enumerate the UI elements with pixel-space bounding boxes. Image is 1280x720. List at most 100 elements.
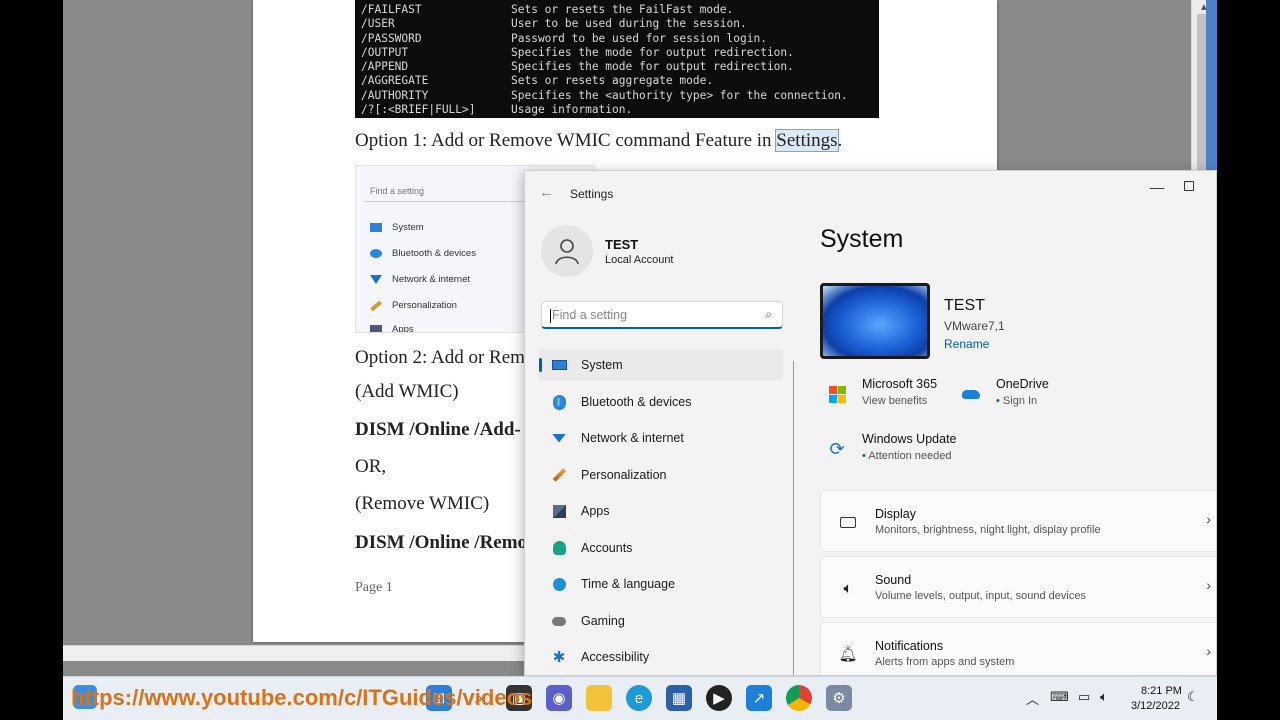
option1-suffix: . bbox=[837, 130, 843, 151]
settings-highlight[interactable]: Settings bbox=[775, 129, 839, 152]
apps-icon bbox=[370, 325, 382, 332]
tile-title: OneDrive bbox=[996, 377, 1049, 391]
maximize-button[interactable] bbox=[1184, 181, 1194, 191]
sidebar-item-system[interactable]: System bbox=[539, 349, 783, 381]
sidebar-item-label: System bbox=[581, 358, 623, 372]
add-wmic-text: (Add WMIC) bbox=[355, 381, 459, 402]
microsoft-365-tile[interactable]: Microsoft 365 View benefits bbox=[826, 377, 956, 413]
network-icon[interactable]: ▭ bbox=[1078, 689, 1090, 705]
sidebar-item-network[interactable]: Network & internet bbox=[539, 422, 783, 454]
sidebar-item-label: Network & internet bbox=[581, 431, 684, 445]
cmd-switch: /?[:<BRIEF|FULL>] bbox=[361, 103, 476, 117]
page-number: Page 1 bbox=[355, 580, 393, 595]
dism-add-command: DISM /Online /Add- bbox=[355, 419, 521, 440]
sound-card[interactable]: 🔈︎ Sound Volume levels, output, input, s… bbox=[820, 556, 1216, 618]
sidebar-item-personalization[interactable]: Personalization bbox=[539, 459, 783, 491]
person-icon bbox=[555, 239, 579, 265]
gamepad-icon bbox=[551, 613, 567, 629]
tile-subtitle-text: Sign In bbox=[1002, 395, 1038, 407]
card-title: Display bbox=[875, 507, 916, 521]
url-overlay: https://www.youtube.com/c/ITGuides/video… bbox=[71, 685, 533, 710]
page-title: System bbox=[820, 225, 904, 253]
cmd-switch: /AGGREGATE bbox=[361, 74, 429, 88]
brush-icon bbox=[551, 467, 567, 483]
bell-icon: 🔔︎ bbox=[838, 646, 858, 663]
sidebar-item-label: Time & language bbox=[581, 577, 676, 591]
cmd-switch: /OUTPUT bbox=[361, 45, 409, 59]
clock-time[interactable]: 8:21 PM bbox=[1141, 685, 1182, 697]
sidebar-item-label: Accounts bbox=[581, 541, 633, 555]
thumb-item: Bluetooth & devices bbox=[370, 248, 476, 259]
card-subtitle: Alerts from apps and system bbox=[875, 656, 1015, 668]
letterbox-right bbox=[1217, 0, 1280, 720]
cmd-line: /PASSWORD Password to be used for session… bbox=[361, 32, 873, 46]
tile-subtitle-text: Attention needed bbox=[868, 450, 952, 462]
avatar[interactable] bbox=[541, 225, 593, 277]
microsoft-logo-icon bbox=[826, 383, 848, 405]
thumb-item-label: Apps bbox=[392, 324, 414, 333]
rename-link[interactable]: Rename bbox=[944, 337, 989, 351]
clock-date[interactable]: 3/12/2022 bbox=[1131, 700, 1180, 712]
media-player-icon[interactable]: ▶ bbox=[706, 685, 732, 711]
cmd-line: /AGGREGATE Sets or resets aggregate mode. bbox=[361, 74, 873, 88]
onedrive-tile[interactable]: OneDrive • Sign In bbox=[960, 377, 1090, 413]
sidebar-item-time-language[interactable]: Time & language bbox=[539, 568, 783, 600]
device-wallpaper-image bbox=[820, 283, 930, 359]
cmd-line: /APPEND Specifies the mode for output red… bbox=[361, 60, 873, 74]
minimize-button[interactable]: — bbox=[1150, 179, 1164, 195]
back-arrow-icon[interactable]: ← bbox=[539, 184, 554, 201]
brush-icon bbox=[370, 300, 382, 311]
title-bar[interactable]: ← Settings — bbox=[525, 171, 1216, 215]
speaker-icon: 🔈︎ bbox=[843, 579, 853, 597]
or-text: OR, bbox=[355, 456, 387, 477]
card-subtitle: Monitors, brightness, night light, displ… bbox=[875, 524, 1101, 536]
device-model: VMware7,1 bbox=[944, 319, 1005, 333]
sidebar-item-accounts[interactable]: Accounts bbox=[539, 532, 783, 564]
chat-icon[interactable]: ◉ bbox=[546, 685, 572, 711]
background-window-edge bbox=[1206, 0, 1217, 170]
tile-subtitle: • Sign In bbox=[996, 395, 1038, 407]
file-explorer-icon[interactable] bbox=[586, 685, 612, 711]
notification-moon-icon[interactable]: ☾ bbox=[1187, 689, 1199, 705]
sidebar-item-apps[interactable]: Apps bbox=[539, 495, 783, 527]
thumb-item-label: Personalization bbox=[392, 300, 457, 311]
chevron-right-icon: › bbox=[1206, 577, 1211, 593]
chevron-up-icon[interactable]: ︿ bbox=[1026, 689, 1039, 708]
card-title: Notifications bbox=[875, 639, 944, 653]
notifications-card[interactable]: 🔔︎ Notifications Alerts from apps and sy… bbox=[820, 622, 1216, 675]
wifi-icon bbox=[370, 275, 382, 284]
cmd-line: /?[:<BRIEF|FULL>] Usage information. bbox=[361, 103, 873, 117]
sidebar-item-gaming[interactable]: Gaming bbox=[539, 605, 783, 637]
edge-icon[interactable]: e bbox=[626, 685, 652, 711]
cloud-icon bbox=[960, 383, 982, 405]
sidebar-item-label: Bluetooth & devices bbox=[581, 395, 692, 409]
cmd-desc: Specifies the <authority type> for the c… bbox=[511, 88, 848, 102]
cmd-line: /FAILFAST Sets or resets the FailFast mod… bbox=[361, 3, 873, 17]
chrome-icon[interactable] bbox=[786, 685, 812, 711]
accounts-icon bbox=[551, 540, 567, 556]
search-input[interactable]: Find a setting ⌕ bbox=[541, 301, 783, 329]
store-icon[interactable]: ▦ bbox=[666, 685, 692, 711]
option2-text: Option 2: Add or Rem bbox=[355, 347, 525, 368]
cmd-switch: /AUTHORITY bbox=[361, 88, 429, 102]
settings-gear-icon[interactable]: ⚙ bbox=[826, 685, 852, 711]
option1-prefix: Option 1: Add or Remove WMIC command Fea… bbox=[355, 130, 777, 151]
search-icon[interactable]: ⌕ bbox=[765, 307, 772, 322]
keyboard-icon[interactable]: ⌨ bbox=[1050, 689, 1069, 705]
whiteboard-icon[interactable]: ↗ bbox=[746, 685, 772, 711]
cmd-line: /USER User to be used during the session. bbox=[361, 17, 873, 31]
thumb-item-label: Network & internet bbox=[392, 274, 471, 285]
sidebar-item-label: Personalization bbox=[581, 468, 667, 482]
tile-subtitle: View benefits bbox=[862, 395, 928, 407]
settings-window: ← Settings — TEST Local Account Find a s… bbox=[524, 170, 1217, 676]
sidebar-item-label: Gaming bbox=[581, 614, 625, 628]
display-card[interactable]: Display Monitors, brightness, night ligh… bbox=[820, 490, 1216, 552]
cmd-line: /AUTHORITY Specifies the <authority type>… bbox=[361, 89, 873, 103]
sidebar-item-bluetooth[interactable]: ᛒ Bluetooth & devices bbox=[539, 386, 783, 418]
tile-title: Windows Update bbox=[862, 432, 957, 446]
sidebar-scrollbar[interactable] bbox=[793, 361, 794, 675]
windows-update-tile[interactable]: ⟳ Windows Update • Attention needed bbox=[826, 432, 986, 468]
sidebar-item-accessibility[interactable]: ✱ Accessibility bbox=[539, 641, 783, 673]
wifi-icon bbox=[551, 430, 567, 446]
volume-icon[interactable]: 🔈︎ bbox=[1100, 689, 1108, 705]
